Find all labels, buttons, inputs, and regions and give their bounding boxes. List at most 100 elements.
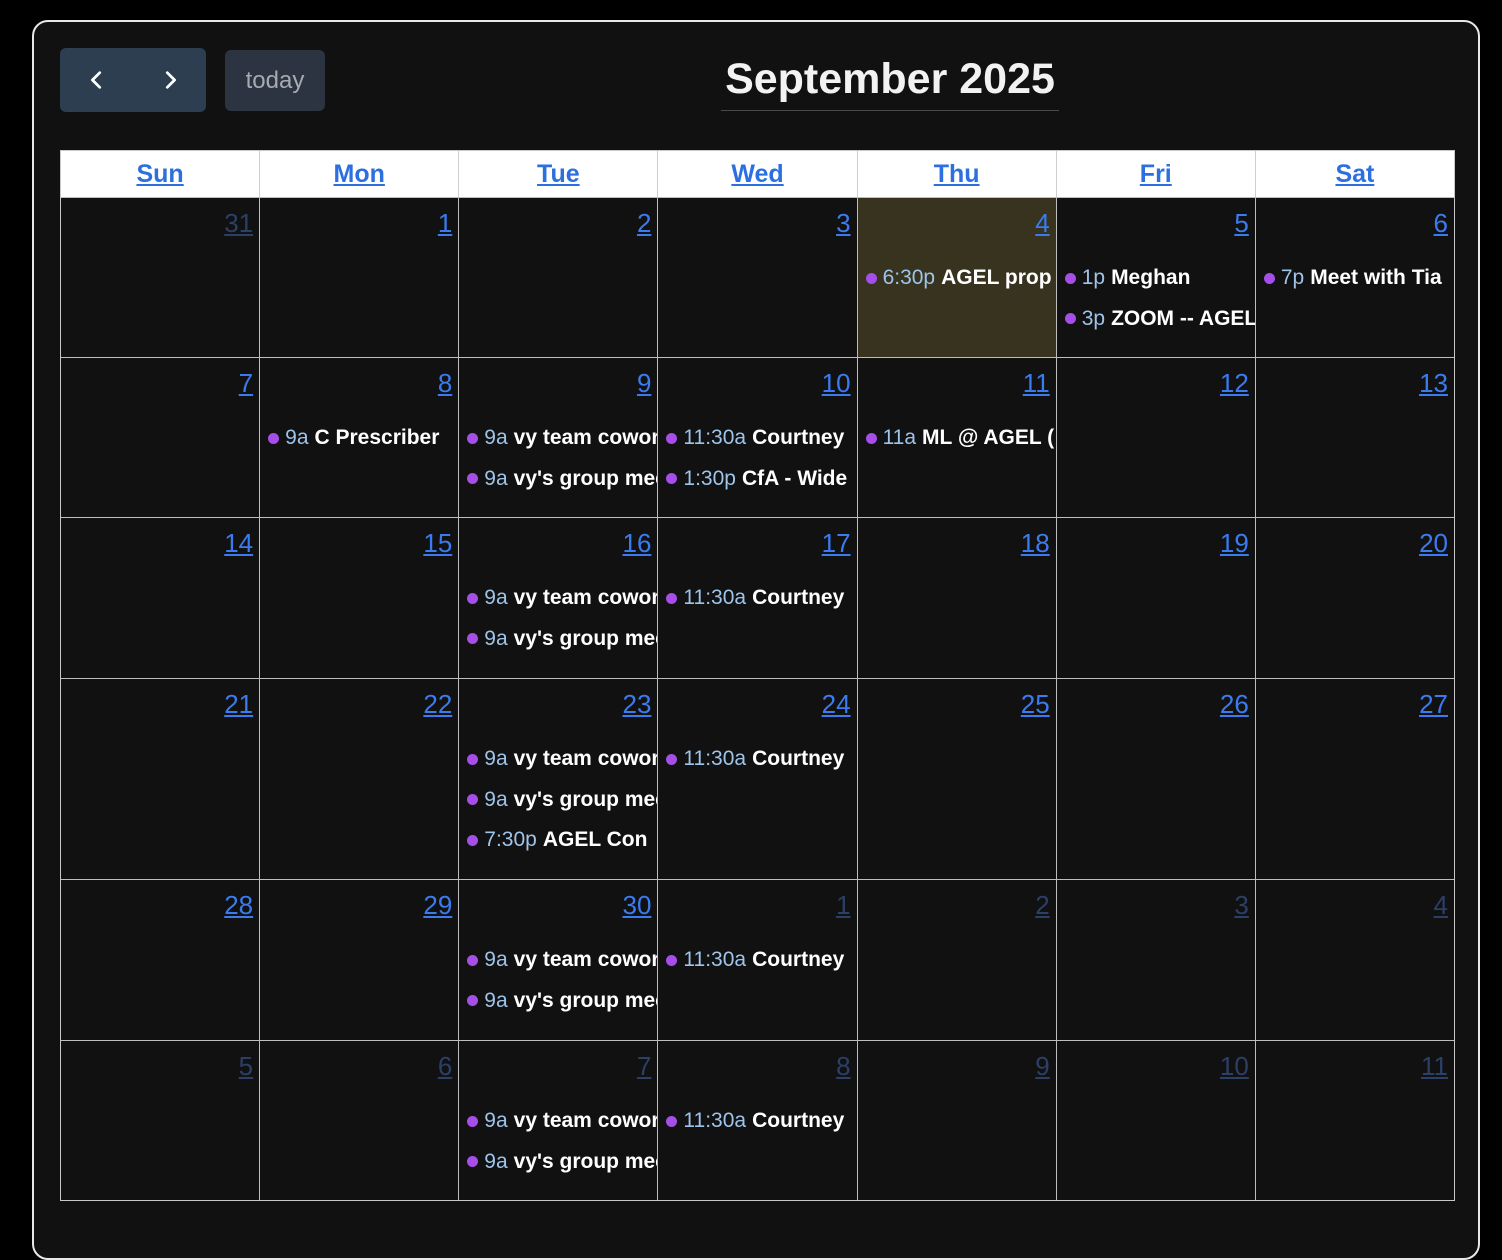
day-number-link[interactable]: 26 bbox=[1220, 689, 1249, 720]
day-number-link[interactable]: 10 bbox=[822, 368, 851, 399]
day-cell[interactable]: 7 9avy team cowork9avy's group meeting bbox=[459, 1041, 659, 1200]
day-cell[interactable]: 10 bbox=[1057, 1041, 1256, 1200]
day-number-link[interactable]: 7 bbox=[637, 1051, 651, 1082]
day-cell[interactable]: 21 bbox=[61, 679, 261, 879]
day-cell[interactable]: 6 bbox=[260, 1041, 460, 1200]
day-number-link[interactable]: 5 bbox=[1234, 208, 1248, 239]
day-cell[interactable]: 17 11:30a Courtney bbox=[658, 518, 858, 678]
day-number-link[interactable]: 12 bbox=[1220, 368, 1249, 399]
day-number-link[interactable]: 16 bbox=[623, 528, 652, 559]
day-cell[interactable]: 23 9avy team cowork9avy's group meeting7:… bbox=[459, 679, 659, 879]
day-number-link[interactable]: 3 bbox=[836, 208, 850, 239]
day-cell[interactable]: 5 bbox=[61, 1041, 261, 1200]
day-number-link[interactable]: 14 bbox=[224, 528, 253, 559]
day-number-link[interactable]: 13 bbox=[1419, 368, 1448, 399]
day-cell[interactable]: 24 11:30a Courtney bbox=[658, 679, 858, 879]
calendar-event[interactable]: 7p Meet with Tia bbox=[1263, 258, 1454, 299]
calendar-event[interactable]: 7:30p AGEL Con bbox=[467, 820, 657, 861]
day-cell[interactable]: 16 9avy team cowork9avy's group meeting bbox=[459, 518, 659, 678]
day-number-link[interactable]: 8 bbox=[836, 1051, 850, 1082]
calendar-event[interactable]: 9a vy team cowork bbox=[467, 1101, 657, 1142]
day-cell[interactable]: 8 11:30a Courtney bbox=[658, 1041, 858, 1200]
day-cell[interactable]: 8 9a C Prescriber bbox=[260, 358, 460, 517]
day-cell[interactable]: 3 bbox=[658, 198, 858, 357]
day-cell[interactable]: 19 bbox=[1057, 518, 1256, 678]
day-cell[interactable]: 25 bbox=[858, 679, 1057, 879]
calendar-event[interactable]: 9avy's group meeting bbox=[467, 780, 657, 821]
calendar-event[interactable]: 9avy's group meeting bbox=[467, 1142, 657, 1183]
day-number-link[interactable]: 15 bbox=[423, 528, 452, 559]
day-number-link[interactable]: 10 bbox=[1220, 1051, 1249, 1082]
day-number-link[interactable]: 23 bbox=[623, 689, 652, 720]
calendar-event[interactable]: 9avy's group meeting bbox=[467, 459, 657, 500]
day-cell[interactable]: 13 bbox=[1256, 358, 1454, 517]
calendar-event[interactable]: 11:30a Courtney bbox=[666, 739, 856, 780]
day-number-link[interactable]: 1 bbox=[438, 208, 452, 239]
weekday-header-sat[interactable]: Sat bbox=[1256, 151, 1454, 197]
day-cell[interactable]: 15 bbox=[260, 518, 460, 678]
day-cell[interactable]: 22 bbox=[260, 679, 460, 879]
day-cell[interactable]: 31 bbox=[61, 198, 261, 357]
day-number-link[interactable]: 25 bbox=[1021, 689, 1050, 720]
day-cell[interactable]: 28 bbox=[61, 880, 261, 1040]
day-number-link[interactable]: 27 bbox=[1419, 689, 1448, 720]
calendar-event[interactable]: 9a vy team cowork bbox=[467, 739, 657, 780]
weekday-header-thu[interactable]: Thu bbox=[858, 151, 1057, 197]
day-cell-today[interactable]: 4 6:30p AGEL prop bbox=[857, 198, 1057, 357]
calendar-event[interactable]: 9a vy team cowork bbox=[467, 418, 657, 459]
day-cell[interactable]: 5 1p Meghan 3p ZOOM -- AGEL bbox=[1057, 198, 1256, 357]
day-cell[interactable]: 3 bbox=[1057, 880, 1256, 1040]
next-month-button[interactable] bbox=[133, 48, 206, 112]
calendar-event[interactable]: 3p ZOOM -- AGEL bbox=[1064, 299, 1255, 340]
day-cell[interactable]: 7 bbox=[61, 358, 261, 517]
day-cell[interactable]: 4 bbox=[1256, 880, 1454, 1040]
calendar-event[interactable]: 9a C Prescriber bbox=[268, 418, 458, 459]
day-number-link[interactable]: 11 bbox=[1421, 1051, 1448, 1082]
weekday-header-wed[interactable]: Wed bbox=[658, 151, 858, 197]
calendar-event[interactable]: 1p Meghan bbox=[1064, 258, 1255, 299]
day-number-link[interactable]: 28 bbox=[224, 890, 253, 921]
day-number-link[interactable]: 22 bbox=[423, 689, 452, 720]
calendar-event[interactable]: 6:30p AGEL prop bbox=[865, 258, 1056, 299]
day-number-link[interactable]: 3 bbox=[1234, 890, 1248, 921]
day-cell[interactable]: 6 7p Meet with Tia bbox=[1256, 198, 1454, 357]
weekday-header-mon[interactable]: Mon bbox=[260, 151, 460, 197]
day-number-link[interactable]: 11 bbox=[1023, 368, 1050, 399]
day-number-link[interactable]: 24 bbox=[822, 689, 851, 720]
day-cell[interactable]: 14 bbox=[61, 518, 261, 678]
day-cell[interactable]: 2 bbox=[459, 198, 659, 357]
day-number-link[interactable]: 20 bbox=[1419, 528, 1448, 559]
calendar-event[interactable]: 9a vy team cowork bbox=[467, 578, 657, 619]
day-number-link[interactable]: 1 bbox=[836, 890, 850, 921]
calendar-event[interactable]: 1:30p CfA - Wide bbox=[666, 459, 856, 500]
day-cell[interactable]: 11 bbox=[1256, 1041, 1454, 1200]
prev-month-button[interactable] bbox=[60, 48, 133, 112]
day-number-link[interactable]: 9 bbox=[1035, 1051, 1049, 1082]
day-number-link[interactable]: 4 bbox=[1434, 890, 1448, 921]
weekday-header-fri[interactable]: Fri bbox=[1057, 151, 1256, 197]
day-number-link[interactable]: 9 bbox=[637, 368, 651, 399]
day-number-link[interactable]: 19 bbox=[1220, 528, 1249, 559]
day-cell[interactable]: 2 bbox=[858, 880, 1057, 1040]
calendar-event[interactable]: 11:30a Courtney bbox=[666, 418, 856, 459]
calendar-event[interactable]: 11:30a Courtney bbox=[666, 940, 856, 981]
day-cell[interactable]: 9 9avy team cowork9avy's group meeting bbox=[459, 358, 659, 517]
day-cell[interactable]: 20 bbox=[1256, 518, 1454, 678]
day-number-link[interactable]: 30 bbox=[623, 890, 652, 921]
calendar-event[interactable]: 9avy's group meeting bbox=[467, 619, 657, 660]
day-cell[interactable]: 1 11:30a Courtney bbox=[658, 880, 858, 1040]
day-number-link[interactable]: 31 bbox=[224, 208, 253, 239]
calendar-event[interactable]: 9avy's group meeting bbox=[467, 981, 657, 1022]
day-number-link[interactable]: 7 bbox=[239, 368, 253, 399]
day-cell[interactable]: 26 bbox=[1057, 679, 1256, 879]
weekday-header-tue[interactable]: Tue bbox=[459, 151, 659, 197]
day-number-link[interactable]: 5 bbox=[239, 1051, 253, 1082]
day-cell[interactable]: 309avy team cowork9avy's group meeting bbox=[459, 880, 659, 1040]
day-number-link[interactable]: 29 bbox=[423, 890, 452, 921]
day-number-link[interactable]: 8 bbox=[438, 368, 452, 399]
calendar-event[interactable]: 11:30a Courtney bbox=[666, 1101, 856, 1142]
today-button[interactable]: today bbox=[225, 50, 325, 111]
day-cell[interactable]: 10 11:30a Courtney 1:30p CfA - Wide bbox=[658, 358, 858, 517]
day-number-link[interactable]: 2 bbox=[637, 208, 651, 239]
day-cell[interactable]: 1 bbox=[260, 198, 460, 357]
